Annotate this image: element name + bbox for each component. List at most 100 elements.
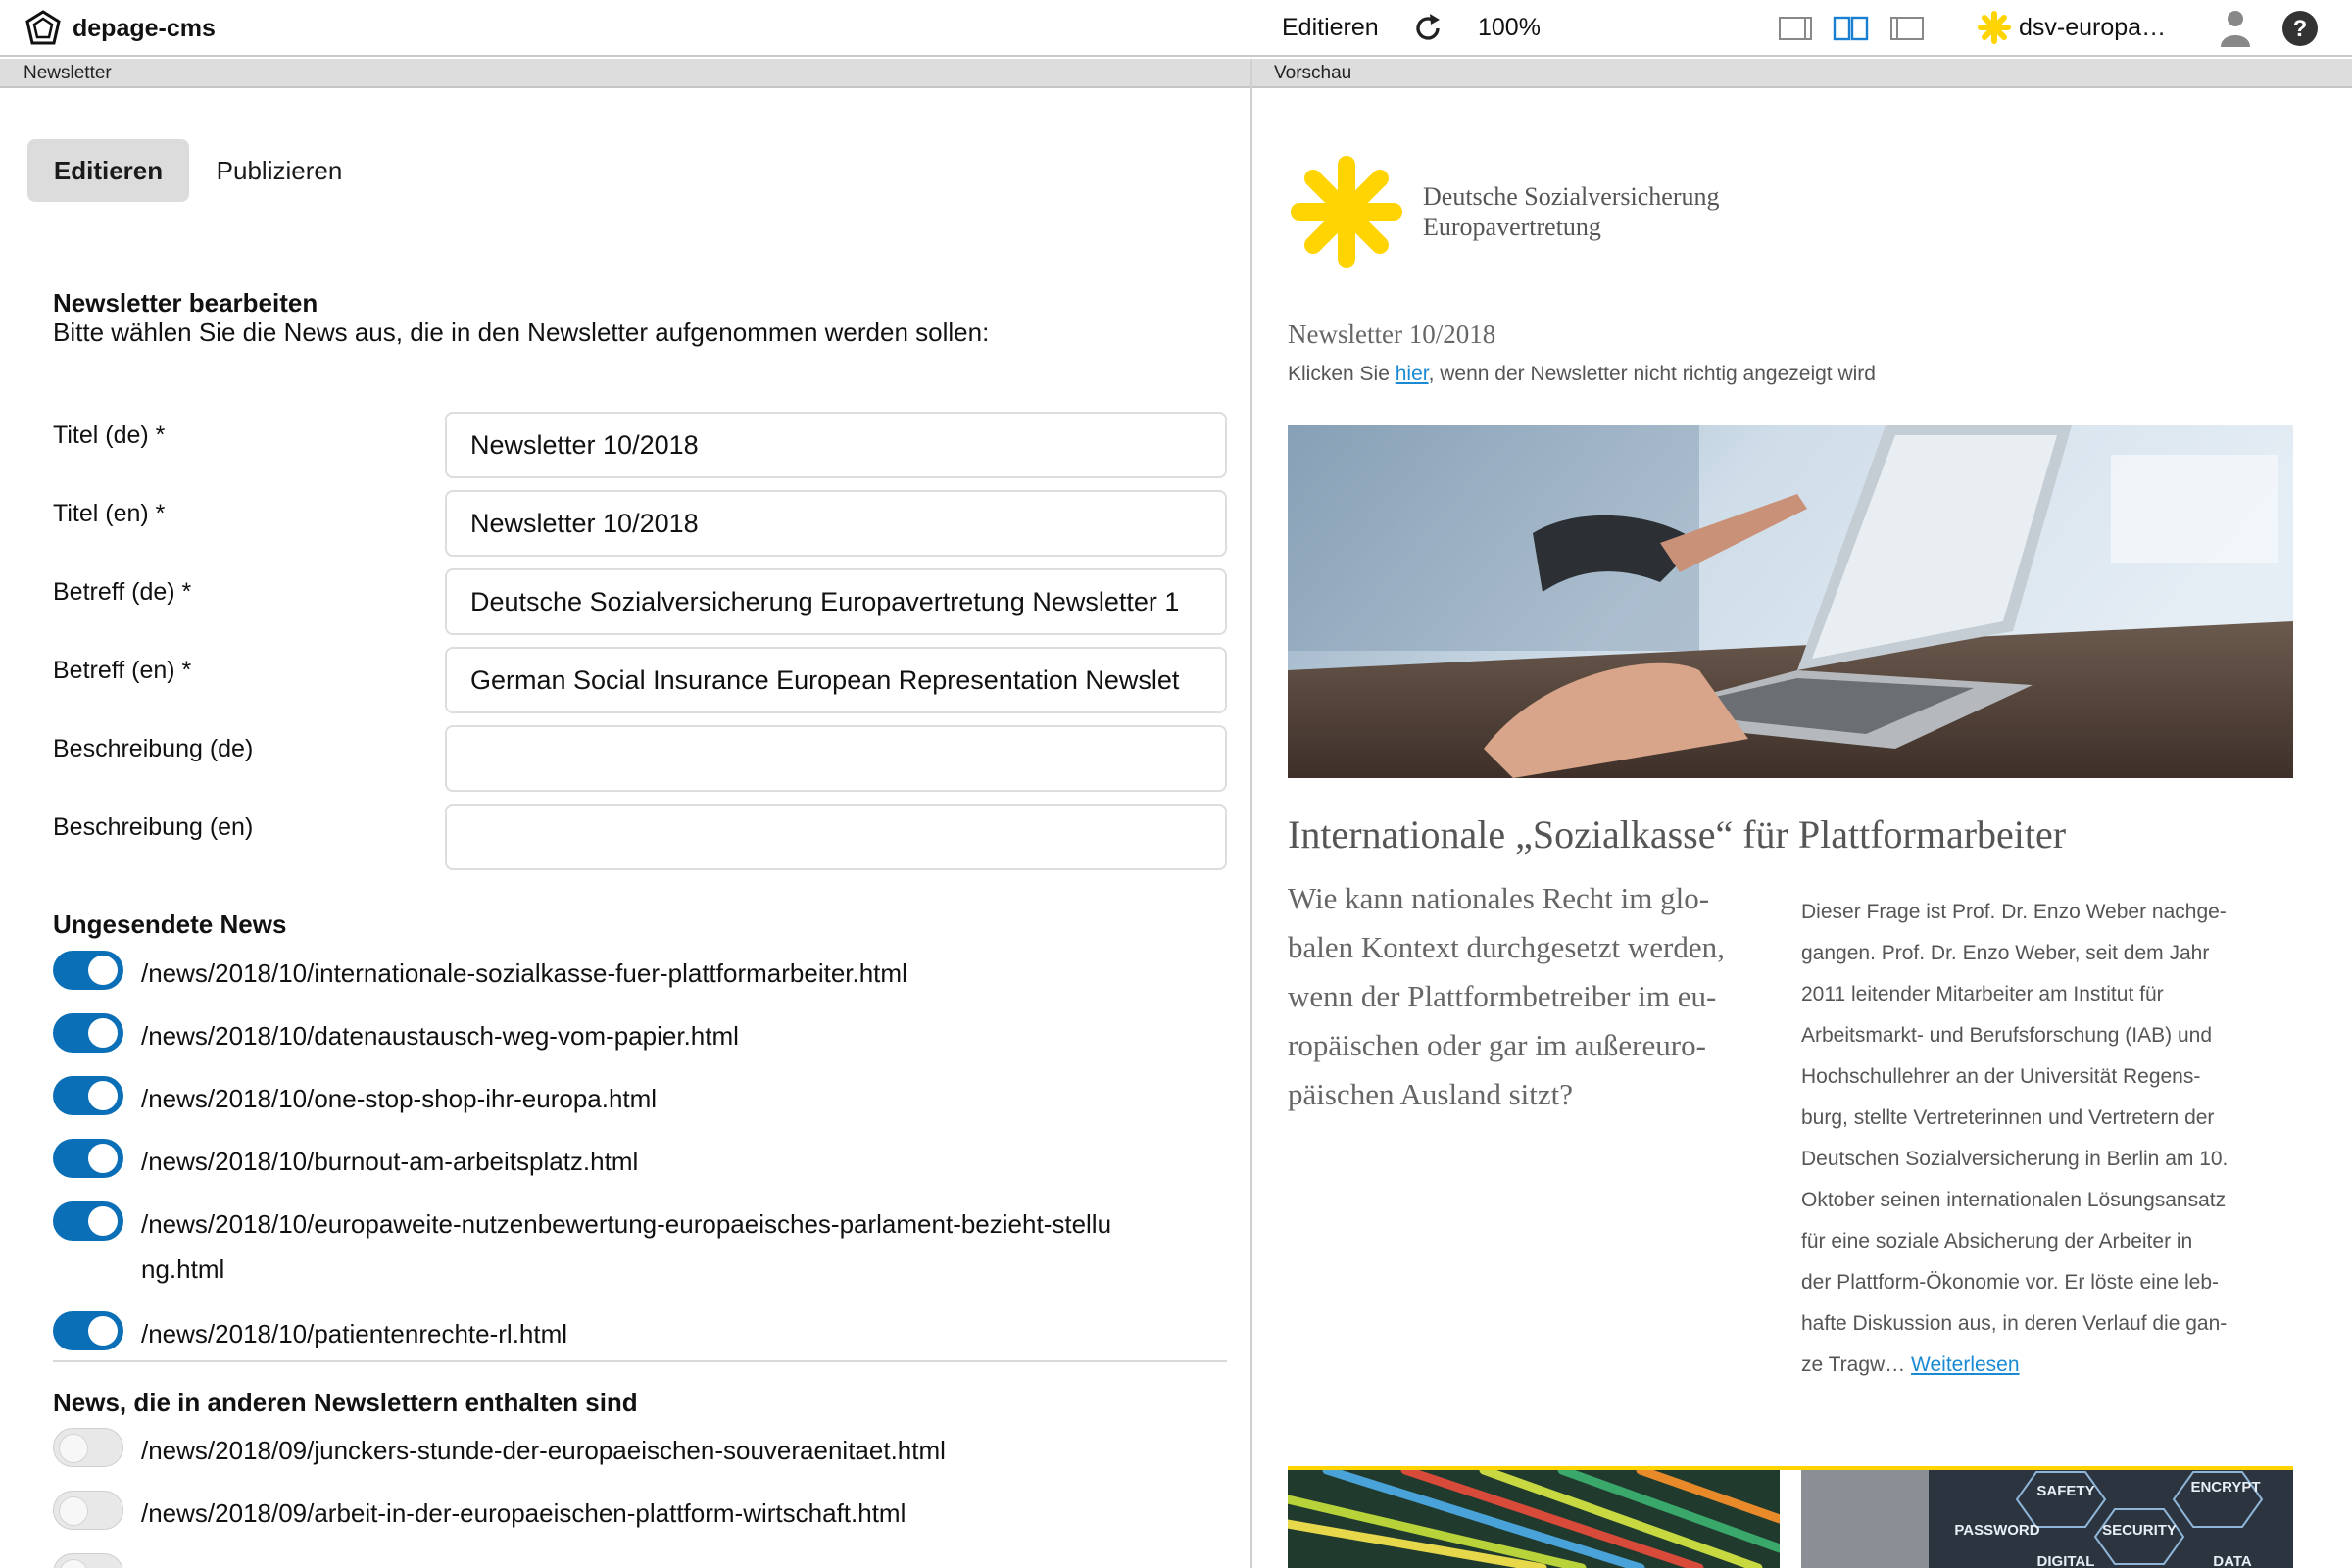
lead-line: wenn der Plattformbetreiber im eu-: [1288, 979, 1717, 1013]
zoom-level[interactable]: 100%: [1478, 14, 1541, 42]
news-toggle[interactable]: [53, 1139, 123, 1178]
unsent-news-item: /news/2018/10/one-stop-shop-ihr-europa.h…: [53, 1076, 1121, 1121]
body-line: ze Tragw… Weiterlesen: [1801, 1345, 2311, 1386]
issue-title: Newsletter 10/2018: [1288, 319, 1496, 349]
other-news-item: /news/2018/09/junckers-stunde-der-europa…: [53, 1428, 1121, 1473]
field-label-subject-de: Betreff (de) *: [53, 578, 192, 606]
description-en-input[interactable]: [445, 804, 1227, 870]
news-toggle[interactable]: [53, 1491, 123, 1530]
org-name-line2: Europavertretung: [1423, 213, 1601, 241]
news-path: /news/2018/09/junckers-stunde-der-europa…: [141, 1436, 946, 1465]
section-divider: [53, 1360, 1227, 1362]
news-path: /news/2018/10/internationale-sozialkasse…: [141, 958, 907, 988]
other-news-item: /news/2018/09/arbeit-in-der-europaeische…: [53, 1491, 1121, 1536]
news-toggle[interactable]: [53, 1013, 123, 1053]
svg-text:?: ?: [2293, 16, 2308, 42]
other-news-item: [53, 1553, 1121, 1568]
field-label-title-en: Titel (en) *: [53, 500, 166, 527]
unsent-news-item: /news/2018/10/burnout-am-arbeitsplatz.ht…: [53, 1139, 1121, 1184]
thumb-word: SAFETY: [2036, 1483, 2094, 1499]
org-name-line1: Deutsche Sozialversicherung: [1423, 182, 1720, 211]
thumb-word: ENCRYPT: [2190, 1479, 2260, 1495]
field-label-description-de: Beschreibung (de): [53, 735, 254, 762]
editor-heading: Newsletter bearbeiten: [53, 288, 318, 318]
unsent-news-heading: Ungesendete News: [53, 909, 287, 939]
thumb-word: SECURITY: [2102, 1522, 2177, 1539]
notice-text-after: , wenn der Newsletter nicht richtig ange…: [1428, 363, 1876, 385]
title-de-input[interactable]: Newsletter 10/2018: [445, 412, 1227, 478]
field-label-description-en: Beschreibung (en): [53, 813, 254, 841]
view-in-browser-notice: Klicken Sie hier, wenn der Newsletter ni…: [1288, 363, 1876, 386]
lead-line: ropäischen oder gar im außereuro-: [1288, 1028, 1706, 1062]
project-selector[interactable]: dsv-europa…: [1978, 11, 2166, 44]
lead-line: balen Kontext durchgesetzt werden,: [1288, 930, 1725, 964]
thumb-word: DIGITAL: [2037, 1553, 2095, 1568]
view-in-browser-link[interactable]: hier: [1396, 363, 1429, 385]
unsent-news-item: /news/2018/10/internationale-sozialkasse…: [53, 951, 1121, 996]
tab-edit[interactable]: Editieren: [27, 139, 189, 202]
body-last-text: ze Tragw…: [1801, 1353, 1912, 1376]
reload-icon[interactable]: [1411, 12, 1445, 45]
notice-text-before: Klicken Sie: [1288, 363, 1396, 385]
article-thumbnail-security[interactable]: SAFETY ENCRYPT PASSWORD SECURITY DIGITAL…: [1801, 1470, 2293, 1568]
body-line: Hochschullehrer an der Universität Regen…: [1801, 1065, 2201, 1088]
body-line: für eine soziale Absicherung der Arbeite…: [1801, 1230, 2193, 1252]
unsent-news-item: /news/2018/10/patientenrechte-rl.html: [53, 1311, 1121, 1356]
app-name: depage-cms: [73, 14, 216, 42]
news-path: /news/2018/10/europaweite-nutzenbewertun…: [141, 1209, 1112, 1284]
subject-de-input[interactable]: Deutsche Sozialversicherung Europavertre…: [445, 568, 1227, 635]
dsv-logo: Deutsche Sozialversicherung Europavertre…: [1288, 153, 1720, 270]
title-en-input[interactable]: Newsletter 10/2018: [445, 490, 1227, 557]
news-path: /news/2018/10/patientenrechte-rl.html: [141, 1319, 568, 1348]
news-toggle[interactable]: [53, 1311, 123, 1350]
news-toggle[interactable]: [53, 1553, 123, 1568]
layout-right-icon[interactable]: [1889, 14, 1927, 43]
body-line: Oktober seinen internationalen Lösungsan…: [1801, 1189, 2227, 1211]
thumb-word: PASSWORD: [1954, 1522, 2039, 1539]
news-path: /news/2018/10/burnout-am-arbeitsplatz.ht…: [141, 1147, 639, 1176]
layout-split-icon[interactable]: [1833, 14, 1870, 43]
app-logo[interactable]: depage-cms: [24, 9, 216, 48]
body-line: 2011 leitender Mitarbeiter am Institut f…: [1801, 983, 2164, 1005]
project-name: dsv-europa…: [2019, 13, 2167, 41]
field-label-subject-en: Betreff (en) *: [53, 657, 192, 684]
news-toggle[interactable]: [53, 1428, 123, 1467]
thumb-word: DATA: [2213, 1553, 2252, 1568]
body-line: gangen. Prof. Dr. Enzo Weber, seit dem J…: [1801, 942, 2210, 964]
body-line: Arbeitsmarkt- und Berufsforschung (IAB) …: [1801, 1024, 2213, 1047]
news-toggle[interactable]: [53, 1201, 123, 1241]
app-window: depage-cms Editieren 100% dsv-europa… ? …: [0, 0, 2352, 1568]
article-thumbnail-cables[interactable]: [1288, 1470, 1780, 1568]
edit-mode-button[interactable]: Editieren: [1282, 14, 1379, 42]
layout-left-icon[interactable]: [1778, 14, 1815, 43]
newsletter-preview: Deutsche Sozialversicherung Europavertre…: [1252, 88, 2352, 1568]
panel-title-bar: Newsletter Vorschau: [0, 59, 2352, 88]
right-panel-title: Vorschau: [1274, 63, 1352, 83]
news-toggle[interactable]: [53, 1076, 123, 1115]
news-toggle[interactable]: [53, 951, 123, 990]
other-news-heading: News, die in anderen Newslettern enthalt…: [53, 1388, 638, 1417]
project-star-icon: [1978, 11, 2011, 44]
body-line: Dieser Frage ist Prof. Dr. Enzo Weber na…: [1801, 901, 2227, 923]
newsletter-editor: Editieren Publizieren Newsletter bearbei…: [0, 88, 1250, 1568]
tab-publish[interactable]: Publizieren: [196, 139, 363, 202]
user-icon[interactable]: [2217, 8, 2254, 49]
body-line: Deutschen Sozialversicherung in Berlin a…: [1801, 1148, 2229, 1170]
unsent-news-item: /news/2018/10/europaweite-nutzenbewertun…: [53, 1201, 1121, 1292]
news-path: /news/2018/09/arbeit-in-der-europaeische…: [141, 1498, 906, 1528]
news-path: /news/2018/10/one-stop-shop-ihr-europa.h…: [141, 1084, 658, 1113]
left-panel-title: Newsletter: [24, 63, 112, 83]
lead-line: päischen Ausland sitzt?: [1288, 1077, 1573, 1111]
editor-instructions: Bitte wählen Sie die News aus, die in de…: [53, 318, 990, 347]
help-icon[interactable]: ?: [2281, 10, 2319, 47]
article-title[interactable]: Internationale „Sozialkasse“ für Plattfo…: [1288, 811, 2066, 858]
description-de-input[interactable]: [445, 725, 1227, 792]
body-line: hafte Diskussion aus, in deren Verlauf d…: [1801, 1312, 2228, 1335]
read-more-link[interactable]: Weiterlesen: [1911, 1353, 2020, 1376]
depage-logo-icon: [25, 10, 61, 45]
article-hero-image[interactable]: [1288, 425, 2293, 778]
dsv-star-logo-icon: [1291, 156, 1402, 268]
top-toolbar: depage-cms Editieren 100% dsv-europa… ?: [0, 0, 2352, 57]
subject-en-input[interactable]: German Social Insurance European Represe…: [445, 647, 1227, 713]
unsent-news-list: /news/2018/10/internationale-sozialkasse…: [0, 937, 1250, 1431]
